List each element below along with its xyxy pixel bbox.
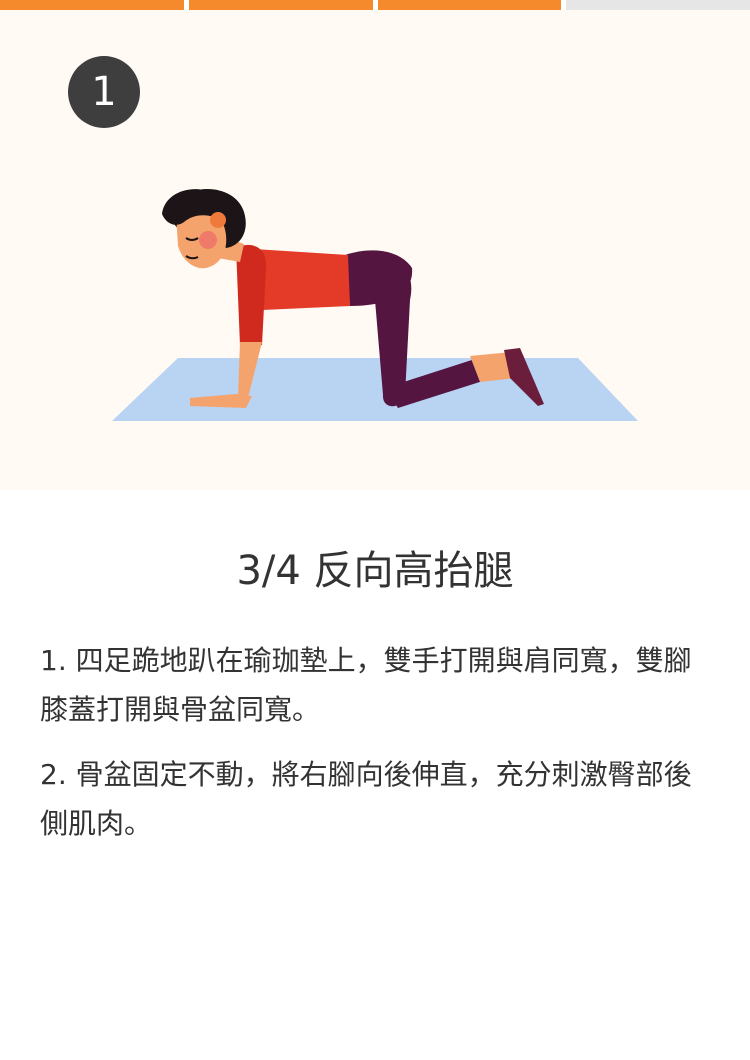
progress-segment bbox=[188, 0, 373, 10]
instruction-list: 1. 四足跪地趴在瑜珈墊上，雙手打開與肩同寬，雙腳膝蓋打開與骨盆同寬。 2. 骨… bbox=[40, 636, 712, 864]
progress-segment bbox=[566, 0, 750, 10]
progress-segment bbox=[0, 0, 184, 10]
instruction-step: 1. 四足跪地趴在瑜珈墊上，雙手打開與肩同寬，雙腳膝蓋打開與骨盆同寬。 bbox=[40, 644, 692, 726]
progress-bar bbox=[0, 0, 750, 10]
ear bbox=[210, 212, 226, 228]
yoga-mat bbox=[112, 358, 638, 421]
instruction-step: 2. 骨盆固定不動，將右腳向後伸直，充分刺激臀部後側肌肉。 bbox=[40, 758, 692, 840]
progress-segment bbox=[377, 0, 562, 10]
exercise-illustration: 1 bbox=[0, 10, 750, 490]
sleeve bbox=[236, 244, 267, 345]
cheek bbox=[199, 231, 217, 249]
exercise-figure bbox=[112, 188, 638, 421]
exercise-title: 3/4 反向高抬腿 bbox=[236, 548, 514, 594]
